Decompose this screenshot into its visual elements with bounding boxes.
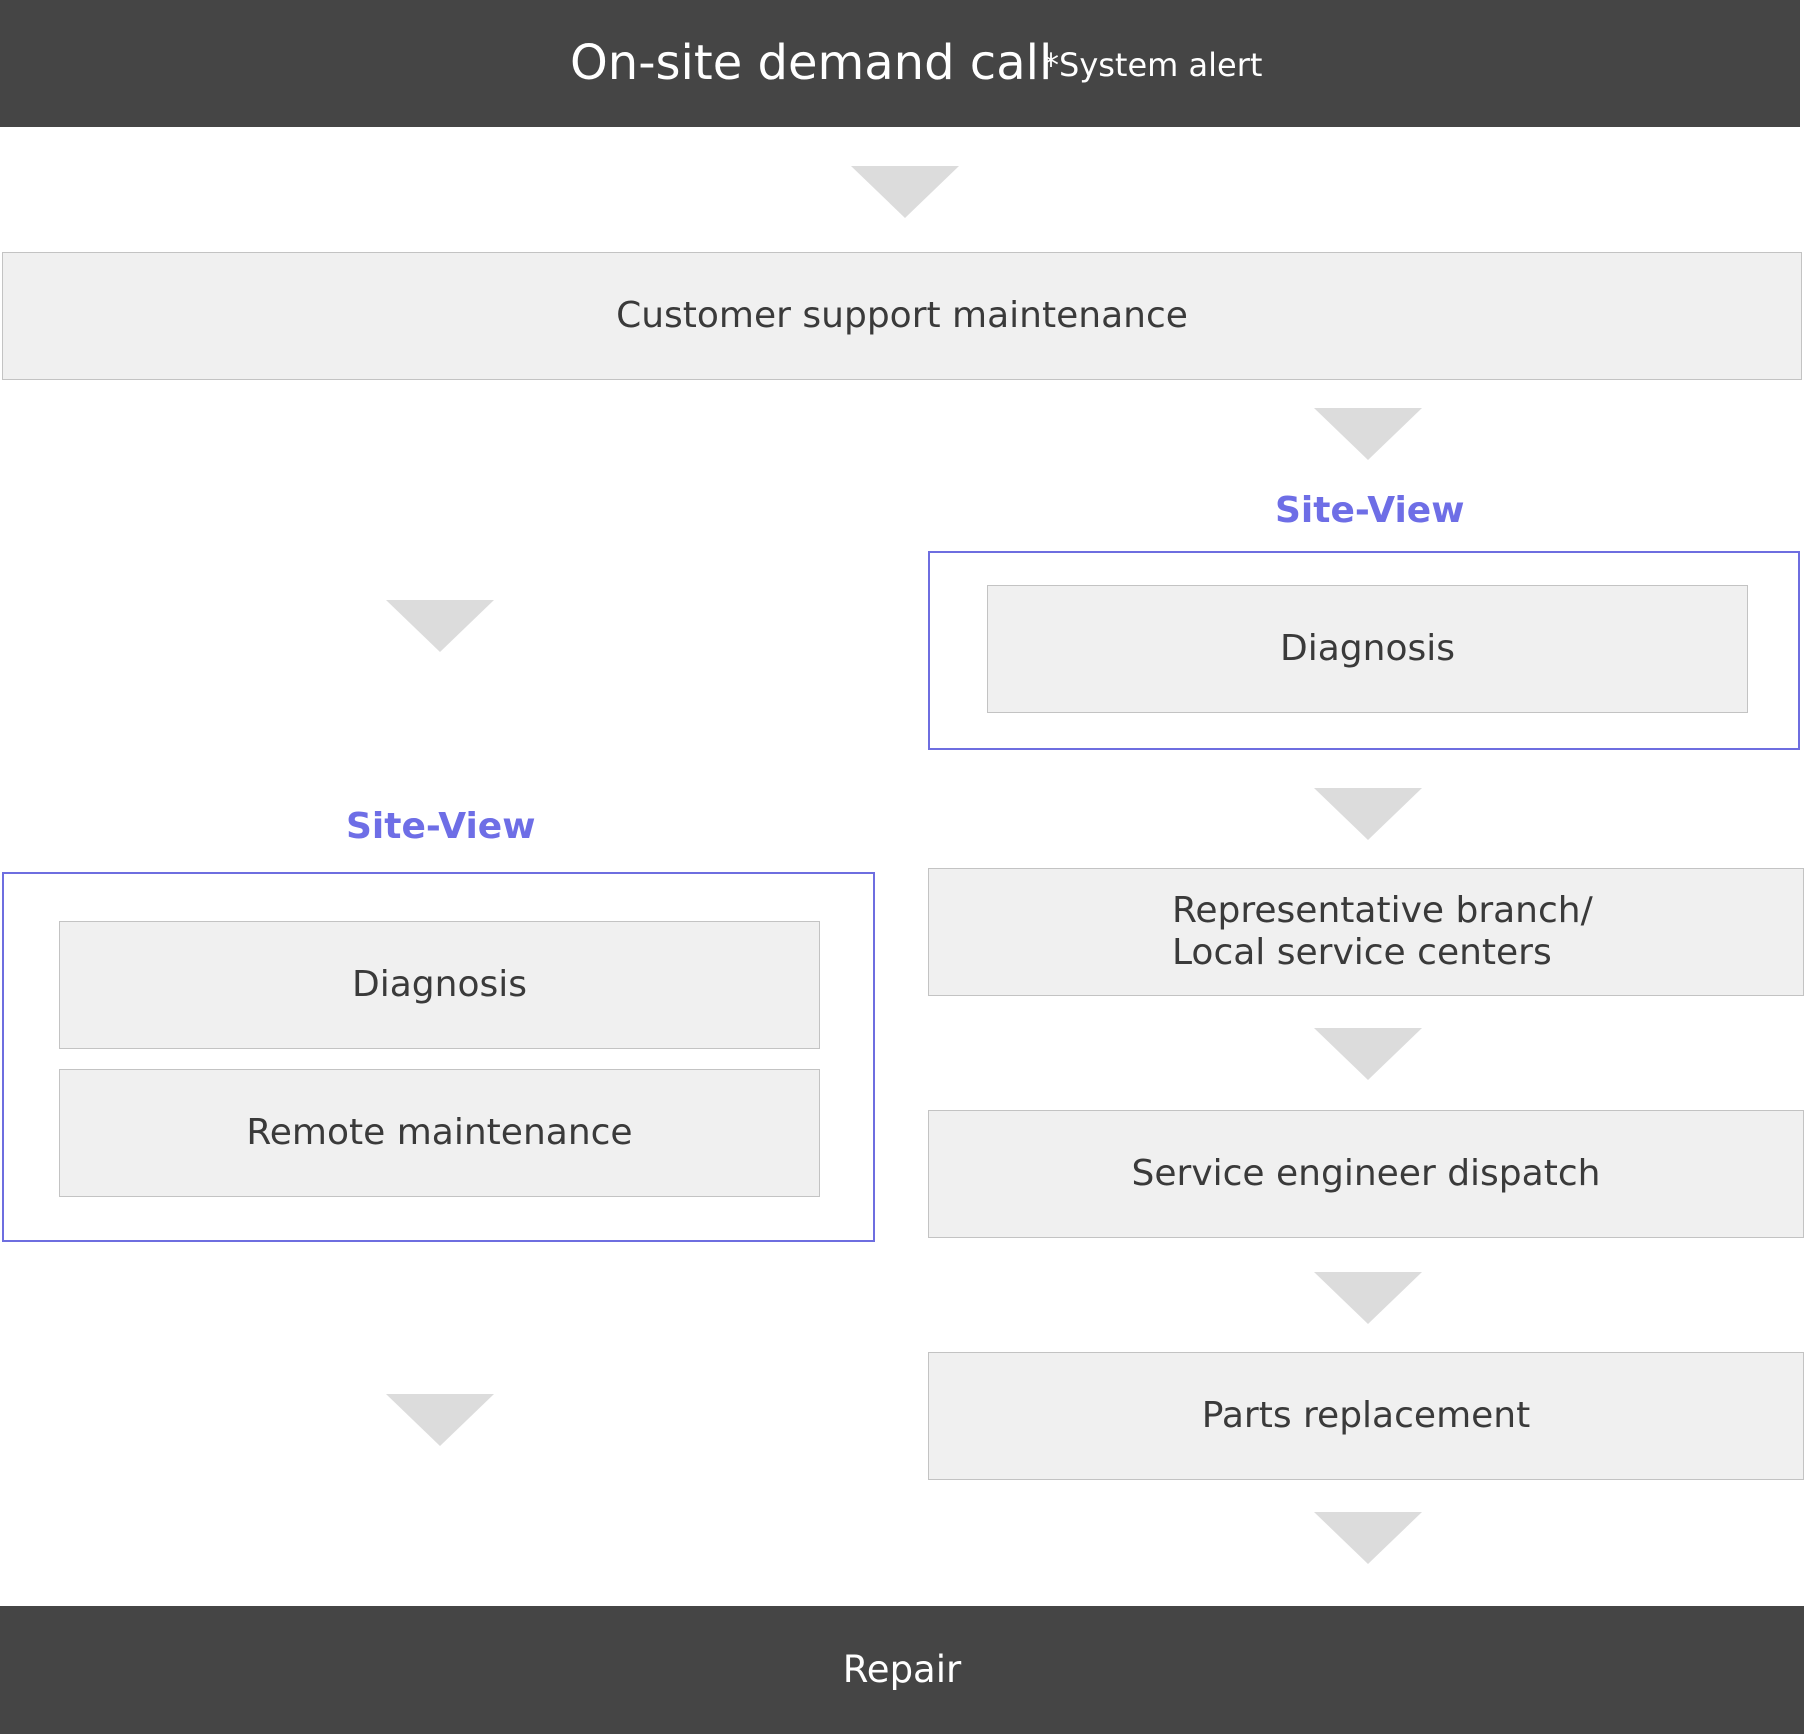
service-engineer-label: Service engineer dispatch (1131, 1153, 1601, 1194)
header-bar: On-site demand call *System alert (0, 0, 1800, 127)
representative-line-2: Local service centers (1172, 932, 1552, 973)
customer-support-label: Customer support maintenance (616, 295, 1188, 336)
customer-support-box: Customer support maintenance (2, 252, 1802, 380)
header-title: On-site demand call (570, 35, 1053, 91)
remote-maintenance-box: Remote maintenance (59, 1069, 820, 1197)
arrow-down-icon (1314, 1028, 1422, 1080)
arrow-down-icon (386, 600, 494, 652)
service-engineer-box: Service engineer dispatch (928, 1110, 1804, 1238)
right-diagnosis-box: Diagnosis (987, 585, 1748, 713)
representative-branch-box: Representative branch/ Local service cen… (928, 868, 1804, 996)
left-diagnosis-box: Diagnosis (59, 921, 820, 1049)
left-site-view-group: Diagnosis Remote maintenance (2, 872, 875, 1242)
representative-line-1: Representative branch/ (1172, 890, 1593, 931)
right-site-view-group: Diagnosis (928, 551, 1800, 750)
remote-maintenance-label: Remote maintenance (246, 1112, 633, 1153)
footer-bar: Repair (0, 1606, 1804, 1734)
parts-replacement-box: Parts replacement (928, 1352, 1804, 1480)
arrow-down-icon (1314, 1272, 1422, 1324)
arrow-down-icon (386, 1394, 494, 1446)
arrow-down-icon (1314, 788, 1422, 840)
parts-replacement-label: Parts replacement (1201, 1395, 1531, 1436)
left-diagnosis-label: Diagnosis (352, 964, 527, 1005)
left-site-view-title: Site-View (346, 806, 536, 847)
system-alert-note: *System alert (1043, 46, 1263, 84)
arrow-down-icon (851, 166, 959, 218)
repair-label: Repair (842, 1648, 962, 1691)
arrow-down-icon (1314, 1512, 1422, 1564)
arrow-down-icon (1314, 408, 1422, 460)
right-diagnosis-label: Diagnosis (1280, 628, 1455, 669)
right-site-view-title: Site-View (1275, 490, 1465, 531)
